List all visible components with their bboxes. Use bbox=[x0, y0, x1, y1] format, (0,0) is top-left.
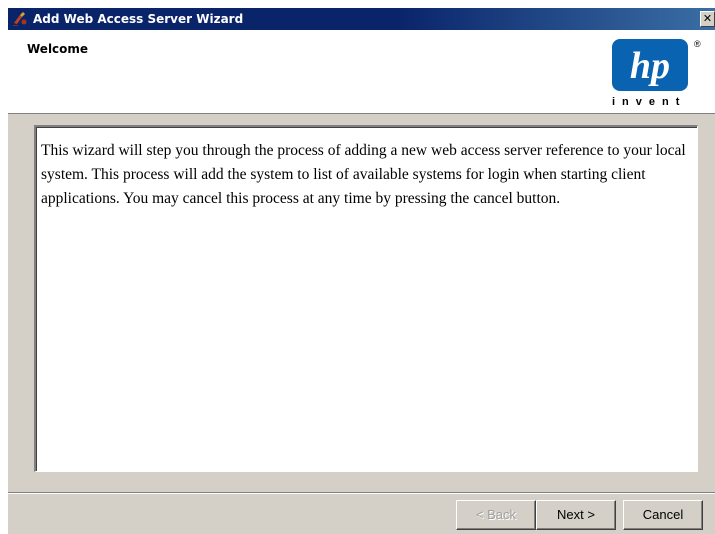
button-separator bbox=[8, 492, 715, 494]
hp-logo-text: hp bbox=[630, 45, 670, 87]
page-title: Welcome bbox=[27, 42, 89, 56]
close-icon: ✕ bbox=[702, 12, 713, 25]
hp-tagline: invent bbox=[612, 96, 687, 108]
hp-logo: hp ® invent bbox=[612, 37, 708, 111]
wizard-window: Add Web Access Server Wizard ✕ Welcome h… bbox=[8, 8, 715, 534]
back-button[interactable]: < Back bbox=[456, 500, 536, 530]
title-bar[interactable]: Add Web Access Server Wizard ✕ bbox=[8, 8, 715, 30]
next-button[interactable]: Next > bbox=[536, 500, 616, 530]
description-box: This wizard will step you through the pr… bbox=[34, 125, 698, 472]
wizard-app-icon bbox=[13, 12, 27, 26]
cancel-button[interactable]: Cancel bbox=[623, 500, 703, 530]
wizard-header: Welcome hp ® invent bbox=[8, 30, 715, 114]
registered-mark: ® bbox=[694, 39, 701, 49]
window-title: Add Web Access Server Wizard bbox=[33, 12, 244, 26]
description-text: This wizard will step you through the pr… bbox=[41, 142, 686, 207]
hp-logo-mark: hp ® bbox=[612, 39, 701, 91]
close-button[interactable]: ✕ bbox=[700, 11, 715, 27]
